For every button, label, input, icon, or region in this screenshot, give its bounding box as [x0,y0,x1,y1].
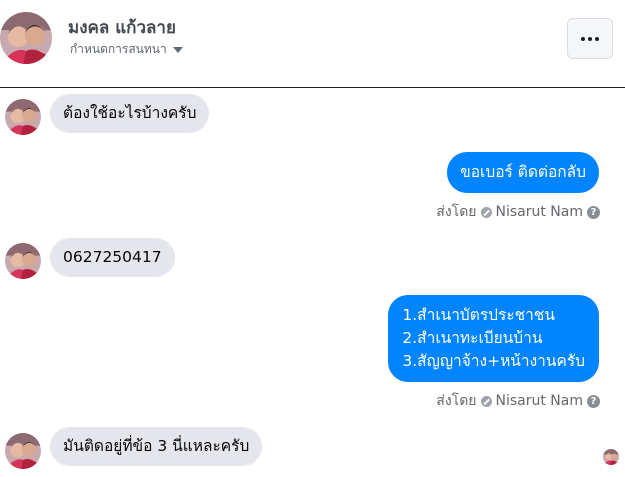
sender-avatar[interactable] [5,99,41,135]
sent-by-name: Nisarut Nam [495,393,584,409]
sender-avatar[interactable] [5,243,41,279]
contact-avatar[interactable] [0,12,52,64]
help-icon[interactable]: ? [587,205,600,219]
message-line: 2.สำเนาทะเบียนบ้าน [402,329,543,347]
message-bubble-incoming[interactable]: ต้องใช้อะไรบ้างครับ [50,94,210,133]
sender-avatar[interactable] [5,433,41,469]
seen-avatar [603,449,619,465]
message-bubble-incoming[interactable]: มันติดอยู่ที่ข้อ 3 นี่แหละครับ [50,427,263,466]
sent-by-prefix: ส่งโดย [436,393,477,409]
sent-by-info: ส่งโดย Nisarut Nam ? [436,201,600,223]
help-icon[interactable]: ? [587,394,600,408]
conversation-header: มงคล แก้วลาย กำหนดการสนทนา [0,0,625,88]
contact-name[interactable]: มงคล แก้วลาย [68,14,176,41]
more-options-button[interactable] [567,18,613,59]
schedule-label: กำหนดการสนทนา [70,42,167,56]
message-bubble-outgoing[interactable]: 1.สำเนาบัตรประชาชน 2.สำเนาทะเบียนบ้าน 3.… [388,295,599,382]
sent-by-info: ส่งโดย Nisarut Nam ? [436,390,600,412]
sent-by-prefix: ส่งโดย [436,204,477,220]
message-bubble-incoming[interactable]: 0627250417 [50,238,175,277]
message-line: 3.สัญญาจ้าง+หน้างานครับ [402,352,585,370]
sent-by-name: Nisarut Nam [495,204,584,220]
blocked-circle-icon [480,395,492,407]
ellipsis-icon [581,36,585,41]
caret-down-icon [172,47,183,53]
schedule-dropdown[interactable]: กำหนดการสนทนา [70,40,183,59]
message-line: 1.สำเนาบัตรประชาชน [402,306,555,324]
message-bubble-outgoing[interactable]: ขอเบอร์ ติดต่อกลับ [447,152,599,193]
blocked-circle-icon [480,206,492,218]
